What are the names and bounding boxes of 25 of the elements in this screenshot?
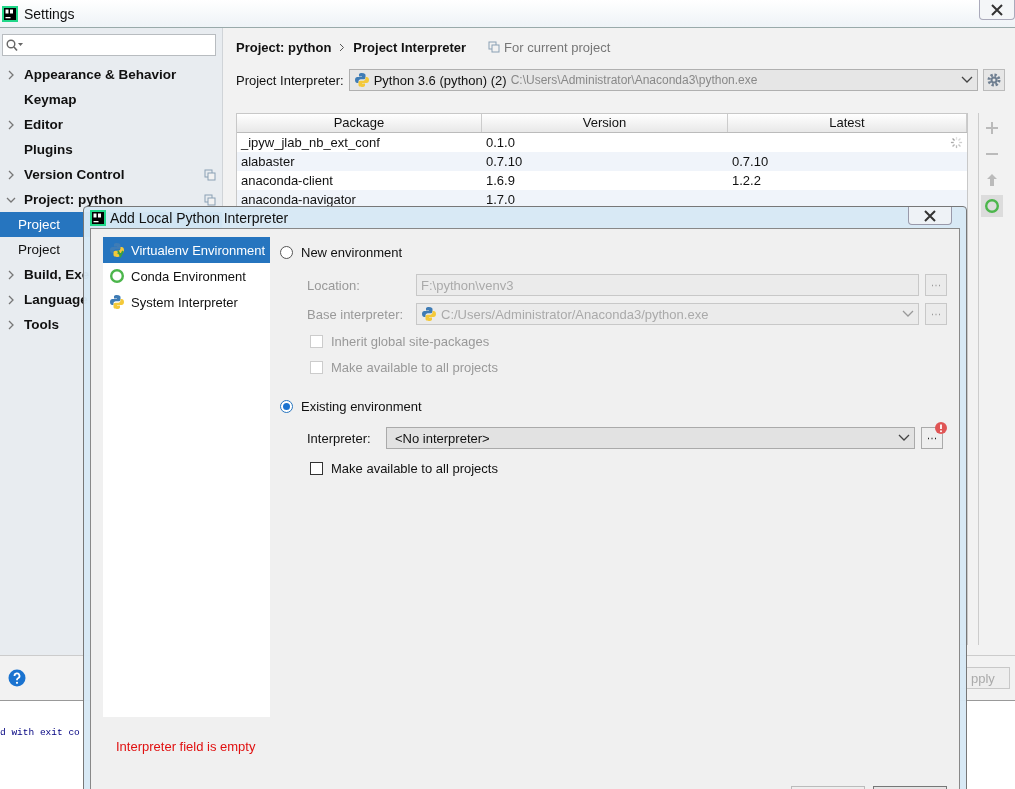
field-label: Interpreter: xyxy=(307,430,372,446)
console-text: d with exit co xyxy=(0,727,80,738)
table-cell: _ipyw_jlab_nb_ext_conf xyxy=(241,135,380,150)
table-cell: 0.1.0 xyxy=(486,135,515,150)
table-cell: 1.2.2 xyxy=(732,173,761,188)
table-cell: anaconda-navigator xyxy=(241,192,356,207)
breadcrumb-item: Project Interpreter xyxy=(353,39,467,55)
window-title: Settings xyxy=(24,5,75,22)
checkbox-label: Make available to all projects xyxy=(331,359,498,375)
table-cell: alabaster xyxy=(241,154,295,169)
field-label: Project Interpreter: xyxy=(236,72,344,88)
table-cell: 1.6.9 xyxy=(486,173,515,188)
table-cell: 0.7.10 xyxy=(486,154,523,169)
field-label: Location: xyxy=(307,277,361,293)
table-cell: 1.7.0 xyxy=(486,192,515,207)
table-cell: anaconda-client xyxy=(241,173,333,188)
checkbox-label: Make available to all projects xyxy=(331,460,498,476)
field-label: Base interpreter: xyxy=(307,306,405,322)
radio-label: Existing environment xyxy=(301,398,422,414)
error-message: Interpreter field is empty xyxy=(116,739,256,754)
checkbox-label: Inherit global site-packages xyxy=(331,333,490,349)
dialog-title: Add Local Python Interpreter xyxy=(110,209,289,226)
radio-label: New environment xyxy=(301,244,403,260)
scope-note: For current project xyxy=(504,39,611,55)
table-cell: 0.7.10 xyxy=(732,154,769,169)
